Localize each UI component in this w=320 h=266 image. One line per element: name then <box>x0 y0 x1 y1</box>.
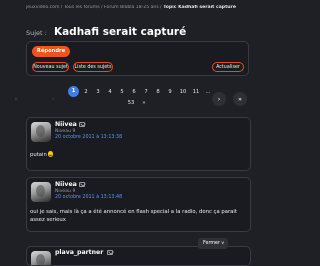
page-1[interactable]: 1 <box>68 86 79 97</box>
page-6[interactable]: 6 <box>129 87 139 97</box>
envelope-icon[interactable] <box>107 250 113 255</box>
subject-label: Sujet : <box>26 29 47 37</box>
reply-button[interactable]: Répondre <box>32 46 70 57</box>
author-name[interactable]: plava_partner <box>55 249 103 256</box>
smiley-icon <box>47 151 54 157</box>
page-2[interactable]: 2 <box>81 87 91 97</box>
page-7[interactable]: 7 <box>141 87 151 97</box>
page-11[interactable]: 11 <box>190 87 202 97</box>
topic-actions-panel: Répondre Nouveau sujet Liste des sujets … <box>26 41 249 76</box>
post-timestamp[interactable]: 20 octobre 2011 à 13:13:38 <box>55 135 122 140</box>
double-chevron-left-icon[interactable]: « <box>9 92 23 106</box>
page-8[interactable]: 8 <box>153 87 163 97</box>
new-topic-button[interactable]: Nouveau sujet <box>32 62 69 72</box>
chevron-right-icon[interactable]: › <box>212 92 226 106</box>
refresh-button[interactable]: Actualiser <box>212 62 244 72</box>
post-timestamp[interactable]: 20 octobre 2011 à 13:13:48 <box>55 195 122 200</box>
breadcrumb[interactable]: jeuxvideo.com / Tous les forums / Forum … <box>26 5 251 10</box>
message-post: Niivea Niveau 9 20 octobre 2011 à 13:13:… <box>26 177 251 232</box>
envelope-icon[interactable] <box>79 122 85 127</box>
page-5[interactable]: 5 <box>117 87 127 97</box>
message-post: Niivea Niveau 9 20 octobre 2011 à 13:13:… <box>26 117 251 171</box>
page-title: Kadhafi serait capturé <box>53 26 187 38</box>
author-level: Niveau 9 <box>55 188 76 194</box>
page-4[interactable]: 4 <box>105 87 115 97</box>
page-3[interactable]: 3 <box>93 87 103 97</box>
post-text: oui je sais, mais là ça a été annoncé en… <box>30 209 237 223</box>
avatar[interactable] <box>31 122 51 142</box>
post-text: putain <box>30 152 47 158</box>
message-post: plava_partner <box>26 246 251 266</box>
breadcrumb-current: Topic Kadhafi serait capturé <box>163 5 236 10</box>
envelope-icon[interactable] <box>79 182 85 187</box>
author-name[interactable]: Niivea <box>55 121 77 128</box>
avatar[interactable] <box>31 251 51 265</box>
author-level: Niveau 9 <box>55 128 76 134</box>
post-body: putain <box>30 151 245 160</box>
breadcrumb-path[interactable]: jeuxvideo.com / Tous les forums / Forum … <box>26 5 163 10</box>
more-pages-icon[interactable]: » <box>139 98 149 108</box>
chevron-down-icon: v <box>221 241 224 246</box>
topic-header: Sujet : Kadhafi serait capturé <box>26 20 186 39</box>
page-10[interactable]: 10 <box>177 87 189 97</box>
topic-list-button[interactable]: Liste des sujets <box>73 62 113 72</box>
chevron-left-icon[interactable]: ‹ <box>46 92 60 106</box>
author-name[interactable]: Niivea <box>55 181 77 188</box>
page-9[interactable]: 9 <box>165 87 175 97</box>
page-53[interactable]: 53 <box>126 98 136 108</box>
avatar[interactable] <box>31 182 51 202</box>
close-label: Fermer <box>203 241 220 246</box>
close-button[interactable]: Fermer v <box>198 238 228 249</box>
double-chevron-right-icon[interactable]: » <box>233 92 247 106</box>
